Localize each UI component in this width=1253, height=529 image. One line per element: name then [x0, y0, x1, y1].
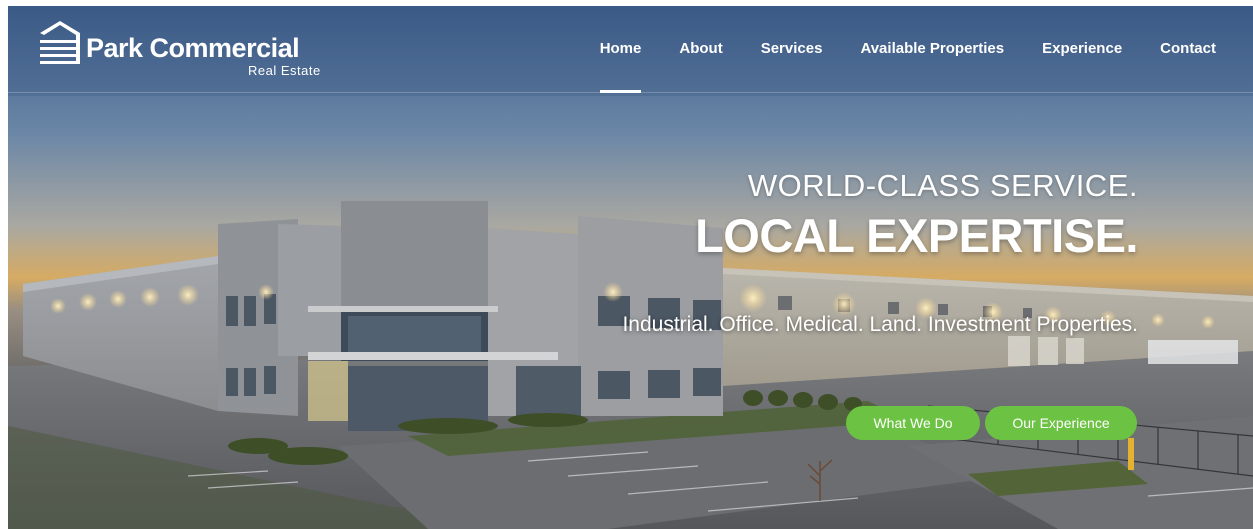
hero-tagline-line1: WORLD-CLASS SERVICE.	[747, 168, 1138, 203]
nav-item-contact[interactable]: Contact	[1141, 34, 1235, 64]
our-experience-button[interactable]: Our Experience	[985, 406, 1137, 440]
hero-section: Park Commercial Real Estate Home About S…	[8, 6, 1253, 529]
nav-item-home[interactable]: Home	[581, 34, 661, 93]
brand-name: Park Commercial	[86, 33, 300, 63]
hero-tagline-line2: LOCAL EXPERTISE.	[695, 209, 1138, 262]
nav-item-services[interactable]: Services	[742, 34, 842, 64]
main-nav: Home About Services Available Properties…	[581, 34, 1235, 93]
hero-property-types: Industrial. Office. Medical. Land. Inves…	[622, 313, 1138, 336]
site-header: Park Commercial Real Estate Home About S…	[8, 6, 1253, 93]
what-we-do-button[interactable]: What We Do	[846, 406, 980, 440]
brand-subtitle: Real Estate	[248, 63, 321, 78]
nav-item-experience[interactable]: Experience	[1023, 34, 1141, 64]
nav-item-about[interactable]: About	[660, 34, 741, 64]
stacked-roof-logo-icon	[40, 21, 80, 64]
brand-logo[interactable]: Park Commercial Real Estate	[36, 19, 326, 81]
nav-item-available-properties[interactable]: Available Properties	[841, 34, 1023, 64]
